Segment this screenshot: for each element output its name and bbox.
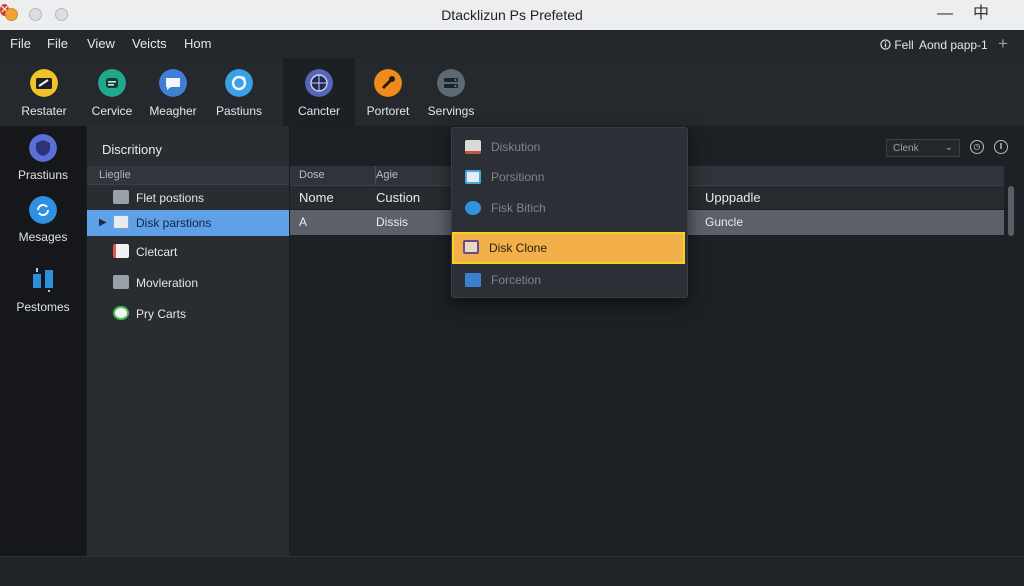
- side-item-disk-parstions[interactable]: ▶ Disk parstions: [87, 210, 289, 236]
- format-icon: [465, 273, 481, 287]
- nav-prastiuns-label: Prastiuns: [17, 168, 69, 182]
- nav-pestomes-label: Pestomes: [16, 300, 70, 314]
- column-dose[interactable]: Dose: [299, 166, 325, 185]
- chat-icon: [98, 69, 126, 97]
- refresh-icon: [225, 69, 253, 97]
- nav-mesages[interactable]: Mesages: [0, 196, 86, 244]
- panel-column-header[interactable]: Lieglie: [87, 166, 289, 185]
- expand-caret-icon[interactable]: ▶: [99, 210, 107, 236]
- restore-button[interactable]: 中: [973, 4, 989, 24]
- check-icon: [113, 306, 129, 320]
- transfer-icon: [33, 268, 53, 292]
- side-item-label: Disk parstions: [136, 216, 212, 230]
- status-bar: [0, 556, 1024, 586]
- chevron-down-icon: ⌄: [944, 142, 953, 153]
- menu-view[interactable]: View: [87, 36, 115, 51]
- menu-item-fisk-bitich[interactable]: Fisk Bitich: [454, 193, 685, 223]
- side-item-label: Flet postions: [136, 191, 205, 205]
- globe-icon: [305, 69, 333, 97]
- tool-pastiuns[interactable]: Pastiuns: [203, 58, 275, 126]
- menu-item-label: Fisk Bitich: [491, 201, 546, 215]
- info-menu-label: Fell: [894, 38, 914, 52]
- document-icon: [113, 244, 129, 258]
- column-agie[interactable]: Agie: [375, 166, 398, 185]
- info-menu[interactable]: Fell: [880, 38, 914, 52]
- minimize-button[interactable]: —: [937, 4, 953, 24]
- filter-dropdown-value: Clenk: [893, 143, 919, 154]
- window-title: Dtacklizun Ps Prefeted: [441, 7, 583, 23]
- scrollbar[interactable]: [1008, 186, 1014, 236]
- side-item-label: Cletcart: [136, 245, 178, 259]
- side-item-movleration[interactable]: Movleration: [87, 270, 289, 296]
- tool-servings-label: Servings: [427, 104, 475, 118]
- menu-item-porsitionn[interactable]: Porsitionn: [454, 162, 685, 192]
- drive-icon: [113, 190, 129, 204]
- side-item-cletcart[interactable]: Cletcart: [87, 239, 289, 265]
- tool-servings[interactable]: Servings: [415, 58, 487, 126]
- menu-veicts[interactable]: Veicts: [132, 36, 167, 51]
- menu-item-disk-clone[interactable]: Disk Clone: [452, 232, 685, 264]
- nav-mesages-label: Mesages: [18, 230, 68, 244]
- shield-icon: [29, 134, 57, 162]
- side-item-label: Movleration: [136, 276, 199, 290]
- add-tab-button[interactable]: +: [998, 34, 1008, 54]
- column-custion[interactable]: Custion: [376, 186, 420, 209]
- column-upppadle[interactable]: Upppadle: [705, 186, 761, 209]
- side-item-pry-carts[interactable]: Pry Carts: [87, 301, 289, 327]
- cell-nome: A: [299, 215, 308, 229]
- info-icon: [880, 39, 891, 50]
- tool-pastiuns-label: Pastiuns: [215, 104, 263, 118]
- panel-title: Discritiony: [102, 142, 162, 157]
- drive-icon: [113, 275, 129, 289]
- context-menu: Diskution Porsitionn Fisk Bitich Disk Cl…: [451, 127, 688, 298]
- menu-item-label: Forcetion: [491, 273, 542, 287]
- tools-icon: [374, 69, 402, 97]
- side-item-label: Pry Carts: [136, 307, 187, 321]
- sync-icon: [29, 196, 57, 224]
- side-panel: Discritiony Lieglie Flet postions ▶ Disk…: [87, 126, 289, 556]
- menu-file[interactable]: File: [10, 36, 31, 51]
- partition-icon: [113, 215, 129, 229]
- sync-icon: [465, 201, 481, 215]
- menu-bar: File File View Veicts Hom Fell Aond papp…: [0, 30, 1024, 59]
- pause-icon[interactable]: ‖: [994, 140, 1008, 154]
- clone-icon: [463, 240, 479, 254]
- title-bar: Dtacklizun Ps Prefeted — 中 ✕: [0, 0, 1024, 30]
- side-item-flet-postions[interactable]: Flet postions: [87, 185, 289, 211]
- disk-icon: [465, 140, 481, 154]
- checkbox-icon: [465, 170, 481, 184]
- menu-file-2[interactable]: File: [47, 36, 68, 51]
- nav-pestomes[interactable]: Pestomes: [0, 266, 86, 314]
- left-nav: Prastiuns Mesages Pestomes: [0, 126, 86, 556]
- server-icon: [437, 69, 465, 97]
- menu-item-label: Diskution: [491, 140, 541, 154]
- menu-hom[interactable]: Hom: [184, 36, 211, 51]
- cell-upppadle: Guncle: [705, 215, 744, 229]
- menu-item-forcetion[interactable]: Forcetion: [454, 265, 685, 295]
- toolbar: Restater Cervice Meagher Pastiuns Cancte…: [0, 58, 1024, 127]
- restore-icon: [30, 69, 58, 97]
- menu-item-diskution[interactable]: Diskution: [454, 132, 685, 162]
- nav-prastiuns[interactable]: Prastiuns: [0, 134, 86, 182]
- cell-custion: Dissis: [376, 215, 408, 229]
- menu-item-label: Disk Clone: [489, 241, 548, 255]
- filter-dropdown[interactable]: Clenk ⌄: [886, 139, 960, 157]
- menu-item-label: Porsitionn: [491, 170, 545, 184]
- message-icon: [159, 69, 187, 97]
- column-nome[interactable]: Nome: [299, 186, 334, 209]
- history-icon[interactable]: ◷: [970, 140, 984, 154]
- account-menu[interactable]: Aond papp-1: [919, 38, 988, 52]
